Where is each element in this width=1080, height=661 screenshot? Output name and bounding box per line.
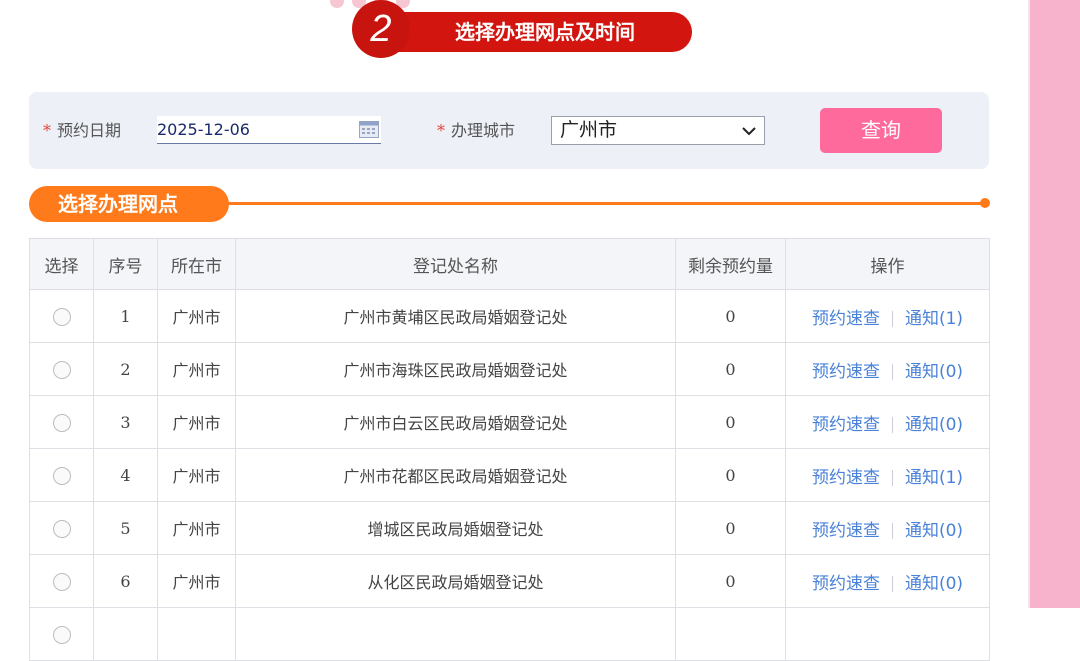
date-value: 2025-12-06: [157, 120, 250, 139]
header-remaining: 剩余预约量: [675, 238, 786, 290]
select-radio[interactable]: [52, 572, 71, 591]
row-city: 广州市: [157, 342, 236, 396]
calendar-icon[interactable]: [359, 121, 379, 138]
table-row: 2 广州市 广州市海珠区民政局婚姻登记处 0 预约速查 通知(0): [29, 342, 990, 396]
row-city: 广州市: [157, 501, 236, 555]
notify-link[interactable]: 通知(0): [905, 574, 963, 594]
header-city: 所在市: [157, 238, 236, 290]
row-index: 6: [93, 554, 158, 608]
link-separator: [891, 311, 893, 327]
table-row-partial: [29, 607, 990, 661]
section-divider-dot: [980, 198, 990, 208]
row-city: 广州市: [157, 395, 236, 449]
right-side-strip: [1030, 0, 1080, 608]
row-office-name: 增城区民政局婚姻登记处: [235, 501, 676, 555]
row-remaining: 0: [675, 395, 786, 449]
notify-link[interactable]: 通知(0): [905, 521, 963, 541]
table-row: 4 广州市 广州市花都区民政局婚姻登记处 0 预约速查 通知(1): [29, 448, 990, 502]
header-index: 序号: [93, 238, 158, 290]
city-select-value: 广州市: [560, 119, 618, 141]
header-select: 选择: [29, 238, 94, 290]
quick-check-link[interactable]: 预约速查: [812, 415, 880, 435]
date-label-text: 预约日期: [57, 121, 122, 140]
row-city: 广州市: [157, 554, 236, 608]
row-index: 1: [93, 289, 158, 343]
link-separator: [891, 364, 893, 380]
row-remaining: 0: [675, 448, 786, 502]
quick-check-link[interactable]: 预约速查: [812, 574, 880, 594]
city-select[interactable]: 广州市: [551, 116, 765, 145]
select-radio[interactable]: [52, 625, 71, 644]
row-city: 广州市: [157, 448, 236, 502]
row-office-name: 广州市海珠区民政局婚姻登记处: [235, 342, 676, 396]
row-remaining: 0: [675, 554, 786, 608]
select-radio[interactable]: [52, 466, 71, 485]
row-index: 2: [93, 342, 158, 396]
quick-check-link[interactable]: 预约速查: [812, 521, 880, 541]
query-panel: * 预约日期 2025-12-06 * 办理城市 广州市 查询: [29, 92, 989, 169]
chevron-down-icon: [742, 127, 756, 136]
link-separator: [891, 470, 893, 486]
row-remaining: 0: [675, 342, 786, 396]
city-label: * 办理城市: [437, 92, 515, 169]
required-mark: *: [437, 121, 445, 140]
row-office-name: 广州市黄埔区民政局婚姻登记处: [235, 289, 676, 343]
notify-link[interactable]: 通知(1): [905, 468, 963, 488]
row-index: 5: [93, 501, 158, 555]
select-radio[interactable]: [52, 360, 71, 379]
section-title: 选择办理网点: [29, 186, 229, 222]
table-header-row: 选择 序号 所在市 登记处名称 剩余预约量 操作: [29, 238, 990, 290]
table-row: 3 广州市 广州市白云区民政局婚姻登记处 0 预约速查 通知(0): [29, 395, 990, 449]
table-row: 5 广州市 增城区民政局婚姻登记处 0 预约速查 通知(0): [29, 501, 990, 555]
notify-link[interactable]: 通知(1): [905, 309, 963, 329]
quick-check-link[interactable]: 预约速查: [812, 468, 880, 488]
link-separator: [891, 417, 893, 433]
table-row: 6 广州市 从化区民政局婚姻登记处 0 预约速查 通知(0): [29, 554, 990, 608]
select-radio[interactable]: [52, 413, 71, 432]
row-office-name: 广州市花都区民政局婚姻登记处: [235, 448, 676, 502]
search-button[interactable]: 查询: [820, 108, 942, 153]
row-index: 3: [93, 395, 158, 449]
header-office-name: 登记处名称: [235, 238, 676, 290]
row-city: 广州市: [157, 289, 236, 343]
select-radio[interactable]: [52, 519, 71, 538]
city-label-text: 办理城市: [451, 121, 516, 140]
step-number-badge: 2: [352, 0, 410, 58]
required-mark: *: [43, 121, 51, 140]
select-radio[interactable]: [52, 307, 71, 326]
quick-check-link[interactable]: 预约速查: [812, 362, 880, 382]
row-remaining: 0: [675, 501, 786, 555]
link-separator: [891, 576, 893, 592]
quick-check-link[interactable]: 预约速查: [812, 309, 880, 329]
notify-link[interactable]: 通知(0): [905, 362, 963, 382]
row-index: 4: [93, 448, 158, 502]
date-field[interactable]: 2025-12-06: [157, 116, 381, 144]
header-actions: 操作: [785, 238, 990, 290]
row-office-name: 从化区民政局婚姻登记处: [235, 554, 676, 608]
notify-link[interactable]: 通知(0): [905, 415, 963, 435]
row-remaining: 0: [675, 289, 786, 343]
date-label: * 预约日期: [43, 92, 121, 169]
table-row: 1 广州市 广州市黄埔区民政局婚姻登记处 0 预约速查 通知(1): [29, 289, 990, 343]
section-divider: [226, 202, 985, 205]
row-office-name: 广州市白云区民政局婚姻登记处: [235, 395, 676, 449]
office-table: 选择 序号 所在市 登记处名称 剩余预约量 操作 1 广州市 广州市黄埔区民政局…: [29, 238, 990, 661]
step-title: 选择办理网点及时间: [380, 12, 692, 52]
link-separator: [891, 523, 893, 539]
